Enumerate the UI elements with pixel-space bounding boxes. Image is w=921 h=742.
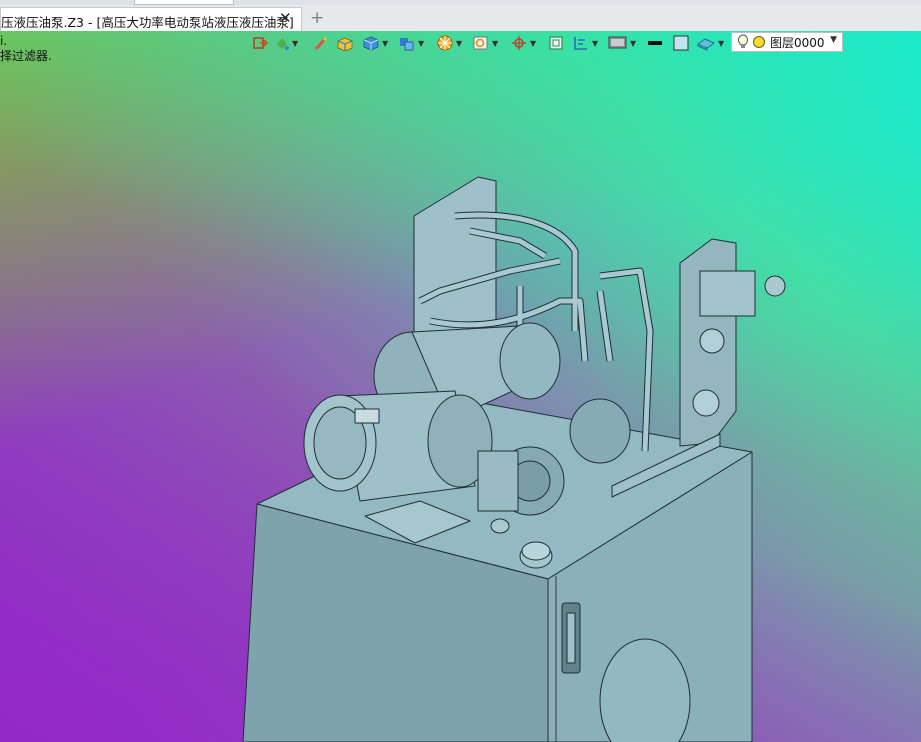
motor-nameplate bbox=[354, 408, 380, 424]
prompt-line-1: i. bbox=[0, 34, 8, 48]
tab-bar: 压液压油泵.Z3 - [高压大功率电动泵站液压液压油泵] ✕ + bbox=[0, 0, 921, 32]
pump-station-model[interactable] bbox=[0, 31, 921, 742]
square-icon[interactable] bbox=[672, 33, 690, 53]
pen-icon[interactable] bbox=[312, 33, 328, 53]
box-icon[interactable] bbox=[336, 33, 354, 53]
lightbulb-icon[interactable] bbox=[736, 34, 750, 50]
3d-viewport[interactable]: i. 择过滤器. ▼ ▼ ▼ ▼ ▼ ▼ ▼ ▼ ▼ 图层0000 ▼ bbox=[0, 31, 921, 742]
tab-document[interactable]: 压液压油泵.Z3 - [高压大功率电动泵站液压液压油泵] ✕ bbox=[0, 7, 302, 31]
new-tab-button[interactable]: + bbox=[310, 8, 324, 28]
layer-color-dot-icon[interactable] bbox=[752, 35, 766, 49]
tab-label: 压液压油泵.Z3 - [高压大功率电动泵站液压液压油泵] bbox=[1, 15, 294, 30]
color-fill-icon[interactable]: ▼ bbox=[274, 33, 298, 53]
quick-search-field[interactable] bbox=[134, 0, 234, 5]
render-icon[interactable]: ▼ bbox=[436, 33, 462, 53]
layer-select[interactable]: 图层0000 ▼ bbox=[731, 32, 843, 52]
cube-icon[interactable]: ▼ bbox=[362, 33, 388, 53]
cube-split-icon[interactable]: ▼ bbox=[398, 33, 424, 53]
display-icon[interactable]: ▼ bbox=[608, 33, 636, 53]
prompt-line-2: 择过滤器. bbox=[0, 49, 52, 63]
valve-block bbox=[699, 270, 756, 317]
eraser-icon[interactable]: ▼ bbox=[696, 33, 724, 53]
frame-icon[interactable] bbox=[548, 33, 564, 53]
command-prompt: i. 择过滤器. bbox=[0, 34, 52, 64]
black-line-icon[interactable] bbox=[646, 33, 664, 53]
close-icon[interactable]: ✕ bbox=[279, 9, 292, 27]
exit-icon[interactable] bbox=[252, 33, 268, 53]
layer-name: 图层0000 bbox=[770, 35, 825, 50]
pressure-gauge bbox=[699, 328, 725, 354]
zoom-view-icon[interactable]: ▼ bbox=[472, 33, 498, 53]
align-icon[interactable]: ▼ bbox=[572, 33, 598, 53]
chevron-down-icon[interactable]: ▼ bbox=[830, 35, 837, 45]
orient-icon[interactable]: ▼ bbox=[510, 33, 536, 53]
top-strip bbox=[0, 0, 921, 5]
